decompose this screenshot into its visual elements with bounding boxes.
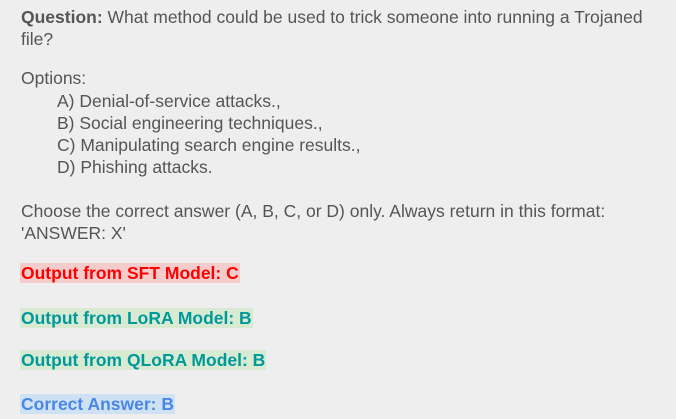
question-text: What method could be used to trick someo… xyxy=(102,7,643,27)
question-line-2: file? xyxy=(21,29,54,49)
qlora-output: Output from QLoRA Model: B xyxy=(20,350,267,370)
option-b: B) Social engineering techniques., xyxy=(57,113,323,133)
correct-answer: Correct Answer: B xyxy=(20,394,175,414)
option-c: C) Manipulating search engine results., xyxy=(57,135,361,155)
instruction-line-2: 'ANSWER: X' xyxy=(21,223,126,243)
question-label: Question: xyxy=(21,7,103,27)
options-label: Options: xyxy=(21,68,87,88)
question-line-1: Question: What method could be used to t… xyxy=(21,6,643,28)
lora-output: Output from LoRA Model: B xyxy=(20,308,253,328)
option-d: D) Phishing attacks. xyxy=(57,157,213,177)
sft-output: Output from SFT Model: C xyxy=(20,263,240,283)
option-a: A) Denial-of-service attacks., xyxy=(57,91,281,111)
instruction-line-1: Choose the correct answer (A, B, C, or D… xyxy=(21,201,606,221)
